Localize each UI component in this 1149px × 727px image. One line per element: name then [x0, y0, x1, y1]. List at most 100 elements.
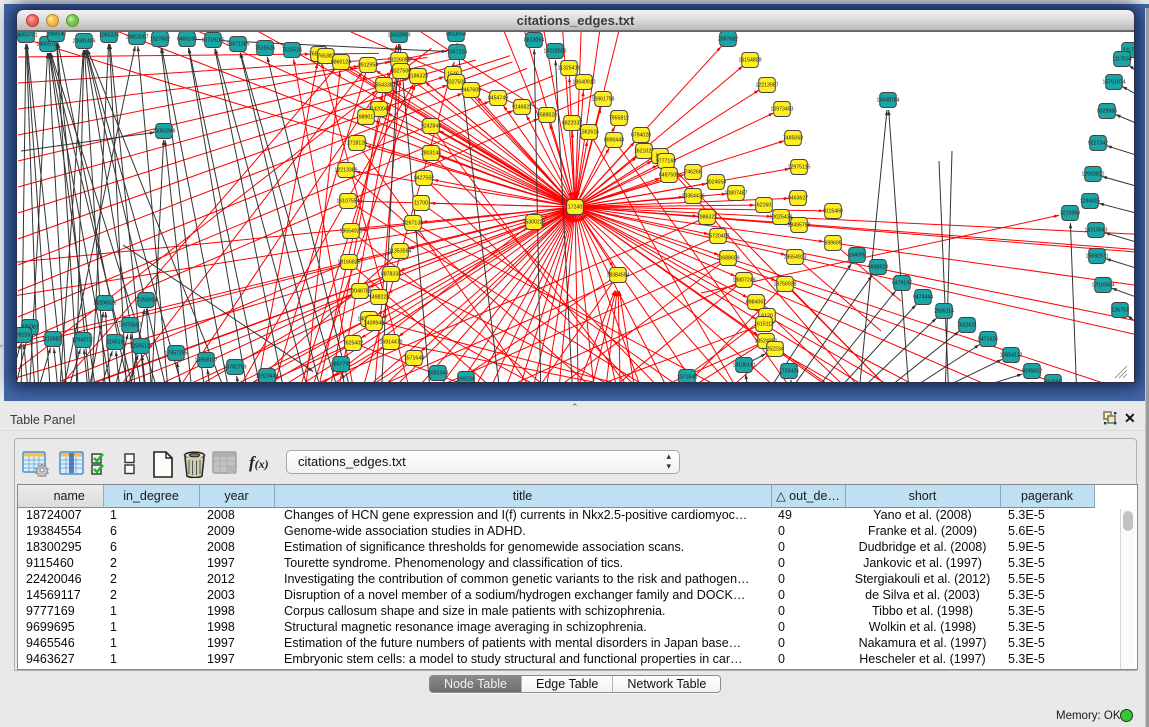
svg-text:3215958: 3215958 — [1060, 211, 1080, 217]
svg-text:11325419: 11325419 — [558, 66, 581, 72]
svg-text:8471626: 8471626 — [978, 337, 998, 343]
svg-text:8860124: 8860124 — [331, 60, 351, 66]
svg-text:19756928: 19756928 — [773, 282, 796, 288]
svg-text:1244415: 1244415 — [1080, 199, 1100, 205]
svg-text:746266: 746266 — [684, 170, 701, 176]
svg-text:8984067: 8984067 — [746, 300, 766, 306]
svg-text:8878334: 8878334 — [381, 272, 401, 278]
svg-text:16782759: 16782759 — [223, 365, 246, 371]
svg-text:15300223: 15300223 — [522, 220, 545, 226]
svg-text:1621022: 1621022 — [634, 149, 654, 155]
svg-text:19654923: 19654923 — [783, 255, 806, 261]
svg-text:2803144: 2803144 — [421, 151, 441, 157]
svg-text:252234: 252234 — [766, 347, 783, 353]
svg-text:12942737: 12942737 — [71, 338, 94, 344]
svg-text:9115460: 9115460 — [823, 209, 843, 215]
svg-text:10975657: 10975657 — [118, 323, 141, 329]
svg-text:17016504: 17016504 — [1091, 283, 1114, 289]
svg-text:20206526: 20206526 — [93, 301, 116, 307]
svg-text:19166825: 19166825 — [337, 260, 360, 266]
svg-text:3024554: 3024554 — [706, 180, 726, 186]
svg-text:7625402: 7625402 — [343, 341, 363, 347]
svg-text:15720407: 15720407 — [706, 234, 729, 240]
svg-text:699695: 699695 — [824, 241, 841, 247]
svg-text:9146821: 9146821 — [512, 105, 532, 111]
svg-text:7955812: 7955812 — [609, 116, 629, 122]
svg-text:6466160: 6466160 — [177, 37, 197, 43]
svg-text:16033809: 16033809 — [387, 33, 410, 39]
svg-text:98901: 98901 — [359, 115, 374, 121]
svg-text:8813054: 8813054 — [524, 38, 544, 44]
svg-text:12093822: 12093822 — [1081, 172, 1104, 178]
svg-text:9245652: 9245652 — [1022, 369, 1042, 375]
svg-text:164095: 164095 — [848, 253, 865, 259]
svg-text:16914479: 16914479 — [379, 340, 402, 346]
svg-text:20053346: 20053346 — [152, 129, 175, 135]
svg-text:17240: 17240 — [568, 205, 583, 211]
svg-text:2467608: 2467608 — [461, 88, 481, 94]
svg-text:2069140: 2069140 — [46, 32, 66, 38]
svg-text:9777169: 9777169 — [656, 159, 676, 165]
svg-text:19654925: 19654925 — [339, 229, 362, 235]
svg-text:14055721: 14055721 — [17, 33, 38, 39]
svg-text:8267130: 8267130 — [403, 221, 423, 227]
svg-text:9463627: 9463627 — [788, 196, 808, 202]
svg-text:11700: 11700 — [414, 201, 428, 207]
svg-text:7515526: 7515526 — [282, 48, 302, 54]
svg-text:62160: 62160 — [757, 203, 772, 209]
svg-text:1362615: 1362615 — [579, 130, 599, 136]
svg-text:1498222: 1498222 — [369, 295, 389, 301]
svg-text:10025438: 10025438 — [769, 215, 792, 221]
svg-text:16210643: 16210643 — [1084, 228, 1107, 234]
svg-text:16961758: 16961758 — [591, 97, 614, 103]
svg-text:8990443: 8990443 — [604, 138, 624, 144]
svg-text:15692971: 15692971 — [1085, 254, 1108, 260]
svg-text:12213967: 12213967 — [755, 83, 778, 89]
svg-text:1571648: 1571648 — [404, 356, 424, 362]
svg-text:924565: 924565 — [1044, 380, 1061, 382]
svg-text:126753: 126753 — [1111, 308, 1128, 314]
svg-text:10688609: 10688609 — [716, 256, 739, 262]
svg-text:9474444: 9474444 — [913, 295, 933, 301]
svg-text:14055721: 14055721 — [36, 42, 59, 48]
svg-text:1409948: 1409948 — [364, 321, 384, 327]
svg-text:10958107: 10958107 — [194, 358, 217, 364]
svg-text:16671385: 16671385 — [226, 42, 249, 48]
svg-text:2718126: 2718126 — [347, 141, 367, 147]
svg-text:1588520: 1588520 — [537, 113, 557, 119]
svg-text:18807249: 18807249 — [732, 278, 755, 284]
svg-text:12213389: 12213389 — [334, 168, 357, 174]
svg-text:16648784: 16648784 — [876, 98, 899, 104]
svg-text:1117534: 1117534 — [1112, 57, 1132, 63]
svg-text:9857791: 9857791 — [331, 362, 351, 368]
svg-text:8454749: 8454749 — [488, 96, 508, 102]
svg-text:1371648: 1371648 — [677, 375, 697, 381]
svg-text:6794028: 6794028 — [631, 133, 651, 139]
svg-text:2935114: 2935114 — [934, 309, 954, 315]
svg-text:8912954: 8912954 — [358, 63, 378, 69]
svg-text:10654112: 10654112 — [1000, 353, 1023, 359]
svg-text:1527602: 1527602 — [150, 37, 170, 43]
svg-text:18495758: 18495758 — [787, 223, 810, 229]
svg-text:10653267: 10653267 — [125, 35, 148, 41]
svg-text:9329966: 9329966 — [1097, 109, 1117, 115]
svg-text:9242848: 9242848 — [421, 124, 441, 130]
svg-text:1692344: 1692344 — [428, 371, 448, 377]
svg-text:7632621: 7632621 — [957, 323, 977, 329]
svg-text:7485063: 7485063 — [783, 136, 803, 142]
svg-text:6497505: 6497505 — [659, 173, 679, 179]
svg-text:14136141: 14136141 — [732, 363, 755, 369]
svg-text:16154808: 16154808 — [738, 58, 761, 64]
svg-text:18640910: 18640910 — [572, 80, 595, 86]
svg-text:19384554: 19384554 — [606, 273, 629, 279]
svg-text:11923446: 11923446 — [256, 374, 279, 380]
svg-text:114519: 114519 — [107, 340, 124, 346]
svg-text:1065326: 1065326 — [99, 33, 119, 39]
svg-text:23226058: 23226058 — [387, 58, 410, 64]
svg-text:17359924: 17359924 — [134, 298, 157, 304]
svg-text:7986322: 7986322 — [697, 215, 717, 221]
svg-text:8813054: 8813054 — [446, 32, 466, 38]
svg-text:39159: 39159 — [17, 333, 30, 339]
svg-text:8427552: 8427552 — [414, 176, 434, 182]
svg-text:10973493: 10973493 — [770, 107, 793, 113]
